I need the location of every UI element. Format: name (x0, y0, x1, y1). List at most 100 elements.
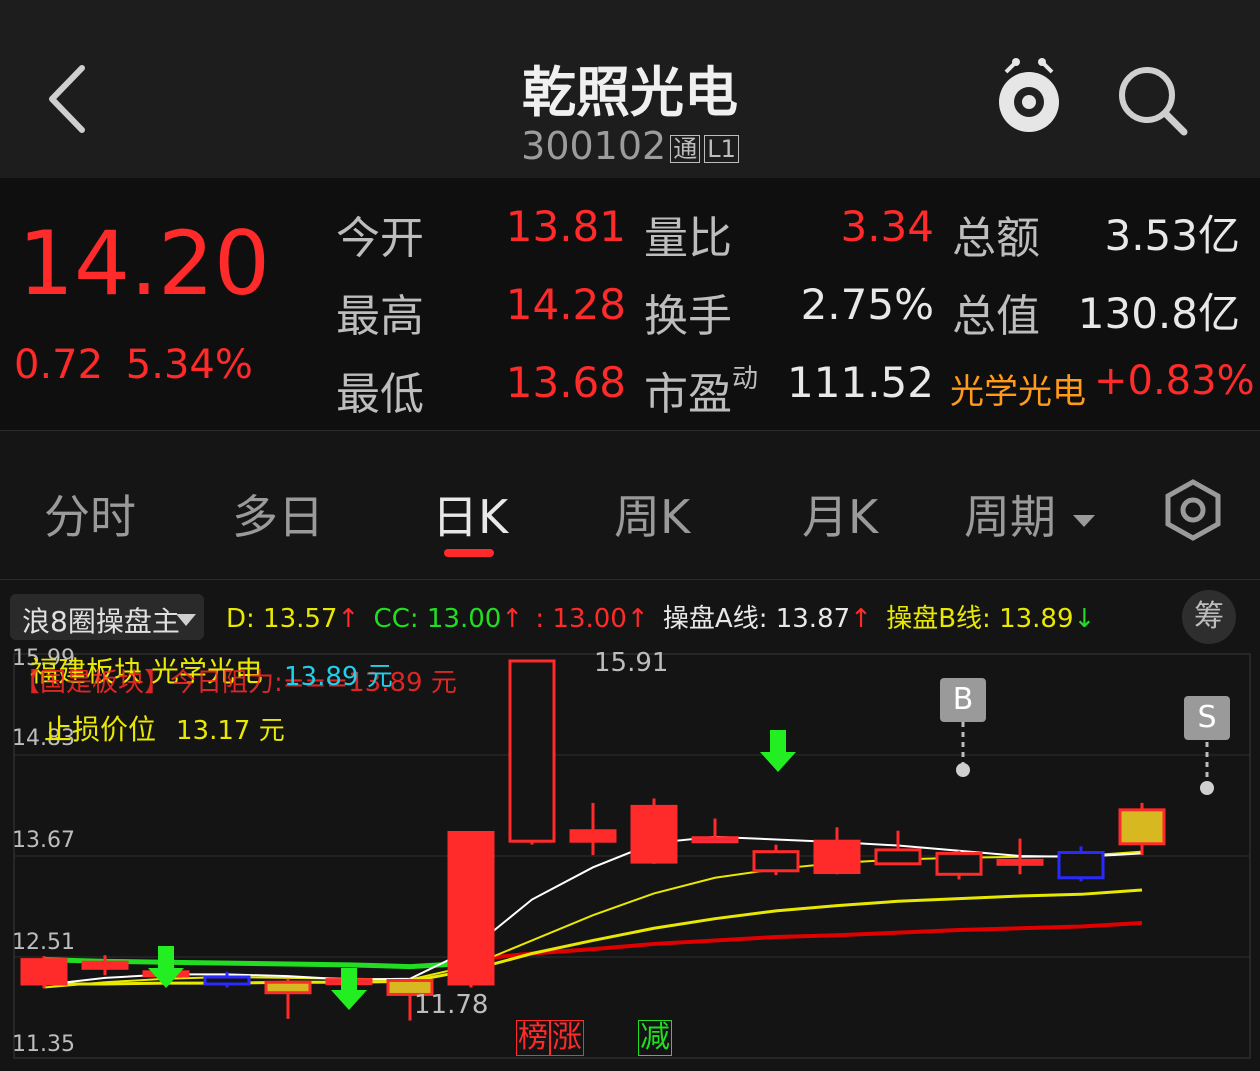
candle-body (1057, 851, 1105, 880)
candle-body (813, 839, 861, 875)
legend-line-a: 操盘A线: 13.87 (662, 604, 851, 634)
y-tick-3: 13.67 (12, 828, 75, 853)
chip-distribution-button[interactable]: 筹 (1182, 590, 1236, 644)
y-tick-5: 11.35 (12, 1032, 75, 1057)
candle-body (874, 848, 922, 866)
overlay-resistance-value: 13.89 元 (284, 662, 393, 692)
quote-panel: 14.20 0.72 5.34% 今开 13.81 量比 3.34 总额 3.5… (0, 178, 1260, 431)
label-turnover-rate: 换手 (644, 291, 732, 342)
low-price-mark: 11.78 (414, 990, 489, 1020)
header-bar: 乾照光电 300102 通 L1 (0, 0, 1260, 178)
settings-hexagon-icon[interactable] (1162, 479, 1224, 541)
tab-multi-day[interactable]: 多日 (232, 481, 324, 547)
tag-ranking[interactable]: 榜 (516, 1020, 550, 1056)
candle-body (996, 858, 1044, 866)
label-low: 最低 (336, 369, 424, 420)
value-low: 13.68 (505, 358, 626, 407)
ma-yellow-line-2 (44, 888, 1143, 986)
candle-body (447, 830, 495, 986)
badge-tong: 通 (670, 134, 701, 163)
search-icon[interactable] (1116, 64, 1190, 138)
candle-body (569, 829, 617, 843)
indicator-values: D: 13.57↑ CC: 13.00↑ : 13.00↑ 操盘A线: 13.8… (226, 604, 1096, 634)
legend-cc: CC: 13.00 (373, 604, 502, 634)
indicator-name: 浪8圈操盘主 (22, 605, 180, 638)
tab-intraday[interactable]: 分时 (44, 481, 136, 547)
sell-signal-badge[interactable]: S (1184, 696, 1230, 740)
candle (813, 827, 861, 875)
candle (569, 802, 617, 856)
candle (447, 830, 495, 988)
value-turnover-rate: 2.75% (800, 280, 934, 329)
candle-body (203, 975, 251, 986)
period-tabs: 分时 多日 日K 周K 月K 周期 (0, 431, 1260, 580)
value-volume-ratio: 3.34 (840, 202, 934, 251)
candle (81, 955, 129, 976)
sector-change: +0.83% (1094, 358, 1255, 404)
label-high: 最高 (336, 291, 424, 342)
change-value: 0.72 (14, 342, 104, 388)
current-price: 14.20 (18, 212, 270, 315)
label-turnover-amount: 总额 (952, 213, 1040, 264)
candle-body (264, 980, 312, 995)
page-title: 乾照光电 (522, 61, 738, 124)
candle-body (20, 958, 68, 986)
candle-body (691, 836, 739, 844)
candle (508, 659, 556, 845)
label-market-cap: 总值 (952, 291, 1040, 342)
stock-code: 300102 (521, 124, 667, 168)
price-change: 0.72 5.34% (14, 342, 253, 388)
value-market-cap: 130.8亿 (1077, 289, 1240, 338)
label-open: 今开 (336, 213, 424, 264)
tab-period[interactable]: 周期 (964, 481, 1097, 547)
tab-daily-k[interactable]: 日K (432, 481, 508, 547)
candle-body (1118, 808, 1166, 846)
overlay-stop-value: 13.17 元 (176, 716, 285, 746)
indicator-selector[interactable]: 浪8圈操盘主 (10, 594, 204, 640)
sector-name[interactable]: 光学光电 (950, 364, 1086, 413)
legend-c3: : 13.00 (535, 604, 627, 634)
tag-limit-up[interactable]: 涨 (550, 1020, 584, 1056)
candle-body (752, 850, 800, 873)
buy-signal-badge[interactable]: B (940, 678, 986, 722)
green-down-arrow-icon (331, 968, 367, 1010)
badge-l1: L1 (704, 134, 739, 163)
buy-signal-dot (956, 763, 970, 777)
value-pe: 111.52 (787, 358, 934, 407)
y-tick-4: 12.51 (12, 930, 75, 955)
dropdown-triangle-icon (1072, 514, 1095, 527)
legend-d: D: 13.57 (226, 604, 338, 634)
candle (264, 978, 312, 1019)
tag-reduce[interactable]: 减 (638, 1020, 672, 1056)
robot-assistant-icon[interactable] (994, 58, 1064, 138)
candle-body (81, 960, 129, 970)
high-price-mark: 15.91 (594, 648, 669, 678)
candle-body (508, 659, 556, 843)
candle (20, 956, 68, 989)
ma-red-line (470, 921, 1143, 962)
sell-signal-dot (1200, 781, 1214, 795)
active-tab-indicator (444, 549, 494, 557)
candle-body (630, 804, 678, 864)
stock-code-line: 300102 通 L1 (0, 124, 1260, 168)
label-volume-ratio: 量比 (644, 213, 732, 264)
candle (630, 798, 678, 864)
value-turnover-amount: 3.53亿 (1104, 211, 1240, 260)
tab-weekly-k[interactable]: 周K (614, 481, 690, 547)
candle (935, 850, 983, 880)
legend-line-b: 操盘B线: 13.89 (886, 604, 1074, 634)
value-high: 14.28 (505, 280, 626, 329)
tab-monthly-k[interactable]: 月K (802, 481, 878, 547)
value-open: 13.81 (505, 202, 626, 251)
label-pe: 市盈动 (644, 364, 759, 420)
candle-body (935, 851, 983, 876)
candle (691, 818, 739, 844)
overlay-stop-label: 止损价位 (44, 713, 157, 746)
candle (752, 844, 800, 876)
change-percent: 5.34% (125, 342, 253, 388)
candle (1057, 846, 1105, 882)
candle (1118, 802, 1166, 856)
kline-chart-area: 浪8圈操盘主 D: 13.57↑ CC: 13.00↑ : 13.00↑ 操盘A… (0, 580, 1260, 1071)
chevron-down-icon (176, 614, 196, 626)
green-down-arrow-icon (760, 730, 796, 772)
